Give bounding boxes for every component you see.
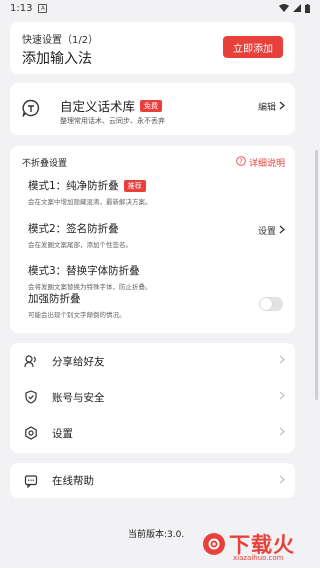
phrase-library-card[interactable]: 自定义话术库 免费 整理常用话术、云同步、永不丢弃 编辑 bbox=[10, 83, 295, 135]
menu-item-online-help[interactable]: 在线帮助 bbox=[10, 463, 295, 498]
status-icons bbox=[279, 3, 310, 13]
mode2-option[interactable]: 模式2：签名防折叠 会在发圈文案尾部，添加个性签名。 bbox=[28, 221, 132, 249]
menu-item-settings[interactable]: 设置 bbox=[10, 415, 295, 451]
wifi-icon bbox=[279, 4, 289, 12]
menu-card: 分享给好友 账号与安全 设置 bbox=[10, 343, 295, 453]
detail-help-link[interactable]: ? 详细说明 bbox=[236, 156, 285, 169]
recommend-badge: 推荐 bbox=[123, 179, 146, 192]
mode1-description: 会在文案中增加隐藏混淆，最新解决方案。 bbox=[28, 198, 152, 206]
anti-fold-header: 不折叠设置 bbox=[22, 159, 68, 169]
chevron-right-icon bbox=[279, 475, 285, 487]
watermark-url: xiazaihuo.com bbox=[233, 554, 284, 562]
phrase-library-description: 整理常用话术、云同步、永不丢弃 bbox=[60, 117, 165, 125]
phrase-library-title-row: 自定义话术库 免费 bbox=[60, 96, 163, 115]
menu-label-account: 账号与安全 bbox=[52, 391, 105, 404]
svg-text:?: ? bbox=[239, 158, 243, 166]
chevron-right-icon bbox=[279, 101, 285, 113]
anti-fold-card: 不折叠设置 ? 详细说明 模式1：纯净防折叠 推荐 会在文案中增加隐藏混淆，最新… bbox=[10, 146, 295, 333]
chevron-right-icon bbox=[279, 391, 285, 403]
menu-item-account[interactable]: 账号与安全 bbox=[10, 379, 295, 415]
detail-help-label: 详细说明 bbox=[248, 159, 285, 169]
share-icon bbox=[24, 354, 38, 368]
free-badge: 免费 bbox=[140, 99, 163, 112]
menu-label-share: 分享给好友 bbox=[52, 355, 105, 368]
menu-label-settings: 设置 bbox=[52, 427, 73, 440]
scrollbar[interactable] bbox=[315, 150, 318, 400]
edit-label: 编辑 bbox=[257, 103, 276, 113]
phrase-icon bbox=[22, 99, 40, 118]
signal-icon bbox=[293, 4, 301, 12]
version-text: 当前版本:3.0. bbox=[128, 530, 185, 540]
status-bar: 1:13 A bbox=[0, 0, 320, 16]
chevron-right-icon bbox=[279, 355, 285, 367]
enhanced-name: 加强防折叠 bbox=[28, 293, 81, 305]
watermark-logo: 下载火 xiazaihuo.com bbox=[201, 527, 316, 565]
mode2-settings-link[interactable]: 设置 bbox=[258, 224, 285, 237]
menu-label-online-help: 在线帮助 bbox=[52, 475, 94, 487]
menu-item-share[interactable]: 分享给好友 bbox=[10, 343, 295, 379]
mode3-option[interactable]: 模式3：替换字体防折叠 会将发圈文案替换为特殊字体，防止折叠。 bbox=[28, 263, 152, 291]
status-time: 1:13 bbox=[10, 2, 33, 14]
edit-link[interactable]: 编辑 bbox=[258, 100, 285, 113]
chevron-right-icon bbox=[279, 427, 285, 439]
enhanced-description: 可能会出现个别文字颠倒的情况。 bbox=[28, 311, 126, 319]
enhanced-anti-fold-option: 加强防折叠 可能会出现个别文字颠倒的情况。 bbox=[28, 291, 126, 319]
mode3-description: 会将发圈文案替换为特殊字体，防止折叠。 bbox=[28, 283, 152, 291]
gear-icon bbox=[24, 426, 38, 440]
quick-setup-card: 快速设置（1/2） 添加输入法 立即添加 bbox=[10, 22, 295, 74]
question-icon: ? bbox=[236, 156, 246, 169]
chevron-right-icon bbox=[279, 225, 285, 237]
chat-icon bbox=[24, 474, 38, 488]
shield-icon bbox=[24, 390, 38, 404]
mode2-description: 会在发圈文案尾部，添加个性签名。 bbox=[28, 241, 132, 249]
logo-mark-icon bbox=[203, 533, 225, 555]
help-card: 在线帮助 bbox=[10, 463, 295, 498]
phrase-library-title: 自定义话术库 bbox=[60, 99, 136, 114]
mode3-name: 模式3：替换字体防折叠 bbox=[28, 265, 140, 277]
mode2-settings-label: 设置 bbox=[257, 227, 276, 237]
mode1-name: 模式1：纯净防折叠 bbox=[28, 180, 119, 192]
mode1-option[interactable]: 模式1：纯净防折叠 推荐 会在文案中增加隐藏混淆，最新解决方案。 bbox=[28, 178, 152, 206]
add-now-button[interactable]: 立即添加 bbox=[223, 36, 283, 58]
notification-icon: A bbox=[38, 3, 48, 13]
enhanced-toggle[interactable] bbox=[259, 297, 283, 311]
mode2-name: 模式2：签名防折叠 bbox=[28, 223, 119, 235]
battery-icon bbox=[305, 3, 310, 13]
